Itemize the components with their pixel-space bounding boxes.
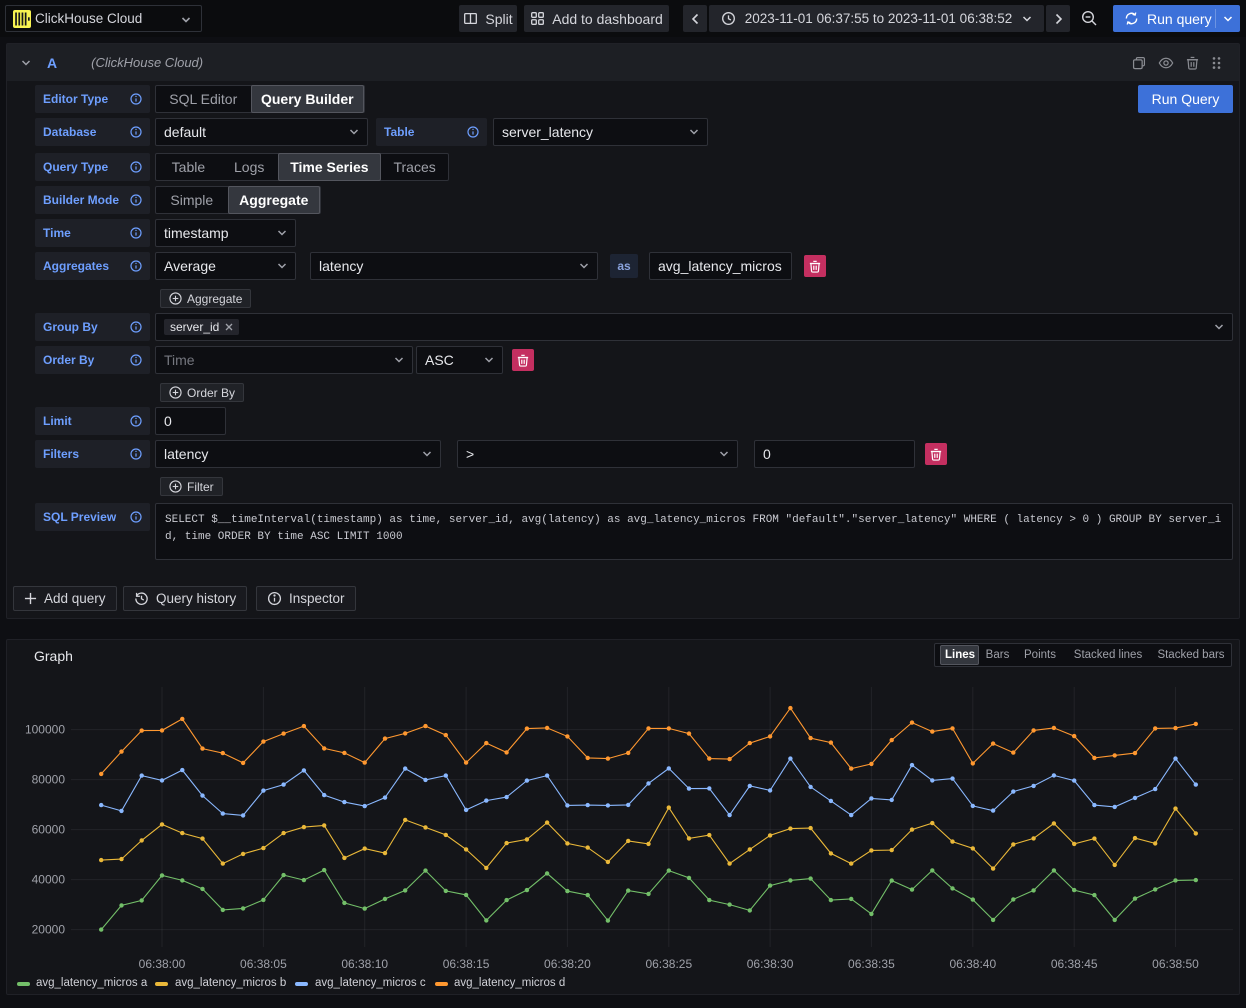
- svg-text:06:38:00: 06:38:00: [139, 957, 186, 971]
- svg-text:06:38:45: 06:38:45: [1051, 957, 1098, 971]
- svg-text:06:38:50: 06:38:50: [1152, 957, 1199, 971]
- svg-text:06:38:20: 06:38:20: [544, 957, 591, 971]
- svg-text:100000: 100000: [25, 723, 65, 737]
- svg-text:06:38:05: 06:38:05: [240, 957, 287, 971]
- svg-text:06:38:25: 06:38:25: [645, 957, 692, 971]
- svg-text:80000: 80000: [32, 773, 66, 787]
- svg-text:40000: 40000: [32, 873, 66, 887]
- svg-text:06:38:15: 06:38:15: [443, 957, 490, 971]
- svg-text:60000: 60000: [32, 823, 66, 837]
- svg-text:20000: 20000: [32, 923, 66, 937]
- svg-text:06:38:10: 06:38:10: [341, 957, 388, 971]
- svg-text:06:38:30: 06:38:30: [747, 957, 794, 971]
- svg-text:06:38:40: 06:38:40: [949, 957, 996, 971]
- svg-text:06:38:35: 06:38:35: [848, 957, 895, 971]
